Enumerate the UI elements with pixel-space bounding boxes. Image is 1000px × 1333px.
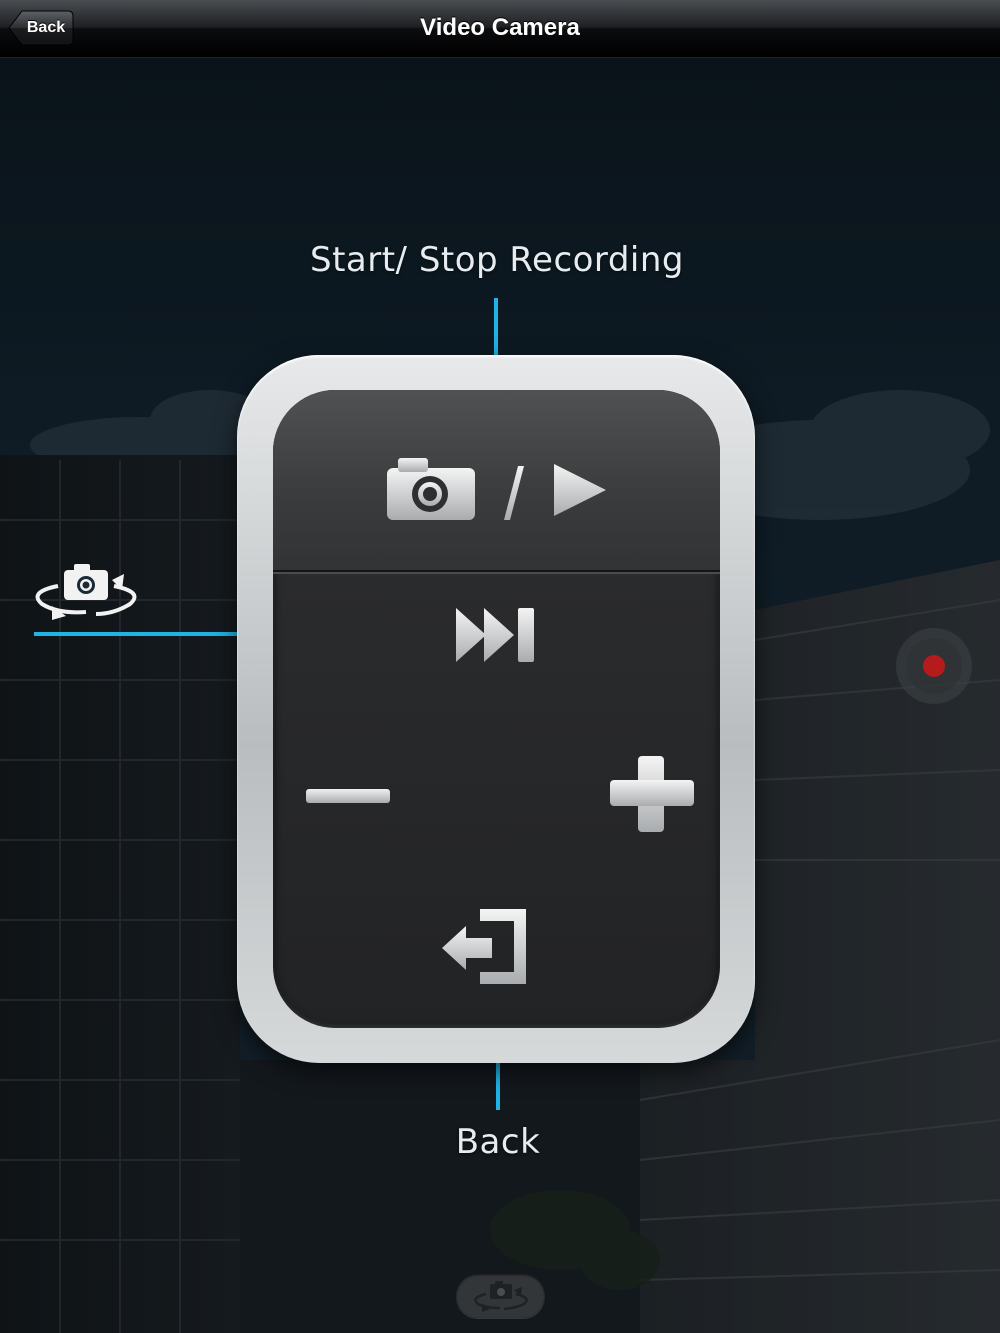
exit-button[interactable] bbox=[440, 906, 532, 988]
camera-icon bbox=[387, 458, 475, 520]
back-button[interactable]: Back bbox=[8, 10, 74, 46]
camera-play-glyphs bbox=[387, 458, 606, 520]
play-icon bbox=[554, 464, 606, 516]
camera-switch-small-icon bbox=[474, 1281, 528, 1312]
zoom-out-button[interactable] bbox=[304, 786, 392, 806]
back-callout-label: Back bbox=[455, 1122, 541, 1162]
slash-divider bbox=[504, 466, 524, 520]
remote-divider bbox=[273, 572, 720, 574]
record-toggle-button[interactable] bbox=[384, 452, 614, 528]
plus-icon bbox=[610, 756, 694, 832]
record-light-icon bbox=[923, 655, 945, 677]
page-title: Video Camera bbox=[420, 14, 580, 41]
camera-switch-icon bbox=[35, 564, 137, 620]
start-stop-recording-label: Start/ Stop Recording bbox=[310, 240, 684, 280]
skip-forward-icon bbox=[456, 608, 534, 662]
navigation-bar: Video Camera Back bbox=[0, 0, 1000, 57]
back-button-label: Back bbox=[26, 19, 66, 36]
recording-indicator bbox=[896, 628, 972, 704]
switch-camera-button[interactable] bbox=[456, 1274, 545, 1318]
minus-icon bbox=[306, 789, 390, 803]
exit-icon bbox=[442, 909, 526, 984]
next-button[interactable] bbox=[454, 604, 538, 666]
zoom-in-button[interactable] bbox=[608, 754, 696, 834]
